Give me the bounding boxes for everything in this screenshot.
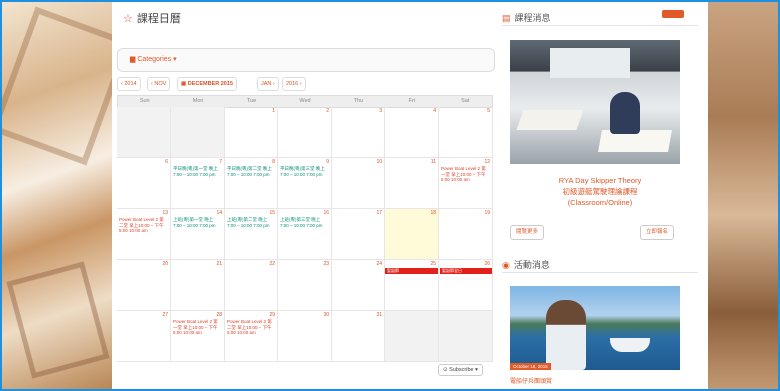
screenshot-frame — [0, 0, 780, 391]
